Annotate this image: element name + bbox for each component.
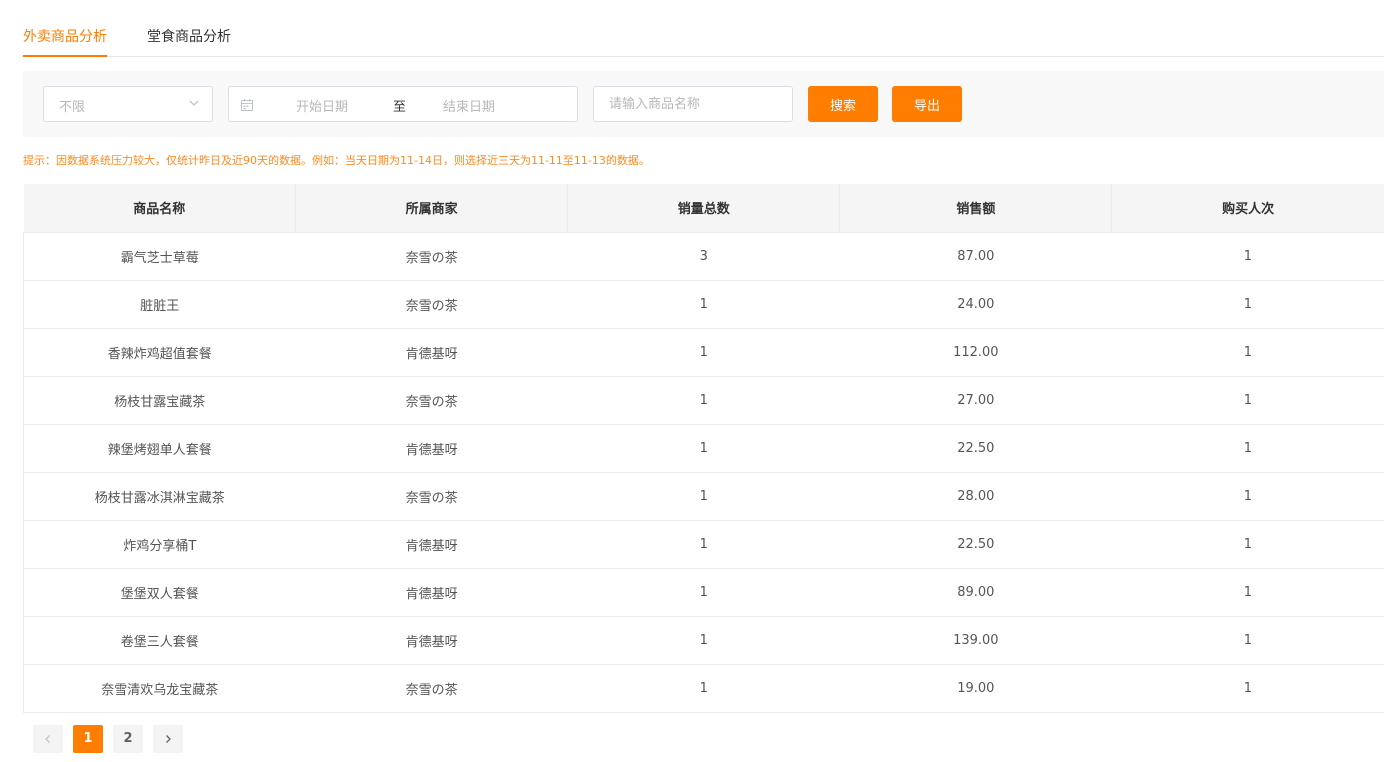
cell-product-name: 炸鸡分享桶T bbox=[22, 519, 296, 568]
table-row: 卷堡三人套餐 肯德基呀 1 139.00 1 bbox=[22, 615, 1384, 664]
cell-product-name: 奈雪清欢乌龙宝藏茶 bbox=[22, 663, 296, 713]
col-total-sales: 销量总数 bbox=[567, 184, 841, 232]
cell-revenue: 27.00 bbox=[839, 375, 1112, 424]
next-page-button[interactable] bbox=[153, 725, 183, 753]
chevron-down-icon bbox=[189, 100, 199, 106]
cell-total-sales: 1 bbox=[567, 567, 840, 616]
cell-total-sales: 3 bbox=[567, 231, 840, 280]
cell-merchant: 肯德基呀 bbox=[295, 567, 568, 616]
cell-product-name: 霸气芝士草莓 bbox=[22, 231, 296, 280]
chevron-right-icon bbox=[166, 735, 171, 743]
cell-buyers: 1 bbox=[1111, 375, 1384, 424]
table-row: 香辣炸鸡超值套餐 肯德基呀 1 112.00 1 bbox=[22, 327, 1384, 376]
cell-revenue: 22.50 bbox=[839, 519, 1112, 568]
cell-buyers: 1 bbox=[1111, 567, 1384, 616]
cell-revenue: 112.00 bbox=[839, 327, 1112, 376]
cell-buyers: 1 bbox=[1111, 663, 1384, 713]
cell-product-name: 卷堡三人套餐 bbox=[22, 615, 296, 664]
cell-merchant: 奈雪の茶 bbox=[295, 375, 568, 424]
cell-revenue: 19.00 bbox=[839, 663, 1112, 713]
export-button[interactable]: 导出 bbox=[892, 86, 962, 122]
cell-total-sales: 1 bbox=[567, 519, 840, 568]
end-date-input[interactable]: 结束日期 bbox=[443, 96, 495, 115]
cell-total-sales: 1 bbox=[567, 423, 840, 472]
search-button[interactable]: 搜索 bbox=[808, 86, 878, 122]
data-tip: 提示：因数据系统压力较大，仅统计昨日及近90天的数据。例如：当天日期为11-14… bbox=[23, 154, 650, 167]
cell-revenue: 139.00 bbox=[839, 615, 1112, 664]
cell-merchant: 奈雪の茶 bbox=[295, 471, 568, 520]
cell-revenue: 87.00 bbox=[839, 231, 1112, 280]
table-row: 辣堡烤翅单人套餐 肯德基呀 1 22.50 1 bbox=[22, 423, 1384, 472]
cell-buyers: 1 bbox=[1111, 279, 1384, 328]
cell-buyers: 1 bbox=[1111, 519, 1384, 568]
cell-total-sales: 1 bbox=[567, 375, 840, 424]
date-range-picker[interactable]: 开始日期 至 结束日期 bbox=[228, 86, 578, 122]
cell-product-name: 堡堡双人套餐 bbox=[22, 567, 296, 616]
table-row: 霸气芝士草莓 奈雪の茶 3 87.00 1 bbox=[22, 231, 1384, 280]
cell-revenue: 28.00 bbox=[839, 471, 1112, 520]
cell-revenue: 89.00 bbox=[839, 567, 1112, 616]
page-2-button[interactable]: 2 bbox=[113, 725, 143, 753]
cell-total-sales: 1 bbox=[567, 615, 840, 664]
cell-merchant: 奈雪の茶 bbox=[295, 279, 568, 328]
cell-buyers: 1 bbox=[1111, 423, 1384, 472]
table-row: 奈雪清欢乌龙宝藏茶 奈雪の茶 1 19.00 1 bbox=[22, 663, 1384, 713]
cell-buyers: 1 bbox=[1111, 615, 1384, 664]
product-table: 商品名称 所属商家 销量总数 销售额 购买人次 霸气芝士草莓 奈雪の茶 3 87.00… bbox=[22, 184, 1384, 713]
cell-merchant: 奈雪の茶 bbox=[295, 231, 568, 280]
col-buyers: 购买人次 bbox=[1111, 184, 1384, 232]
cell-total-sales: 1 bbox=[567, 471, 840, 520]
cell-merchant: 肯德基呀 bbox=[295, 327, 568, 376]
cell-buyers: 1 bbox=[1111, 327, 1384, 376]
cell-merchant: 奈雪の茶 bbox=[295, 663, 568, 713]
cell-merchant: 肯德基呀 bbox=[295, 519, 568, 568]
cell-merchant: 肯德基呀 bbox=[295, 615, 568, 664]
cell-total-sales: 1 bbox=[567, 663, 840, 713]
cell-product-name: 脏脏王 bbox=[22, 279, 296, 328]
merchant-select[interactable]: 不限 bbox=[43, 86, 213, 122]
table-row: 杨枝甘露宝藏茶 奈雪の茶 1 27.00 1 bbox=[22, 375, 1384, 424]
cell-revenue: 24.00 bbox=[839, 279, 1112, 328]
col-product-name: 商品名称 bbox=[23, 184, 297, 232]
cell-product-name: 杨枝甘露宝藏茶 bbox=[22, 375, 296, 424]
cell-buyers: 1 bbox=[1111, 231, 1384, 280]
tab-delivery-analysis[interactable]: 外卖商品分析 bbox=[23, 28, 107, 57]
table-row: 杨枝甘露冰淇淋宝藏茶 奈雪の茶 1 28.00 1 bbox=[22, 471, 1384, 520]
date-separator: 至 bbox=[393, 100, 407, 115]
cell-merchant: 肯德基呀 bbox=[295, 423, 568, 472]
cell-buyers: 1 bbox=[1111, 471, 1384, 520]
start-date-input[interactable]: 开始日期 bbox=[296, 96, 348, 115]
table-row: 炸鸡分享桶T 肯德基呀 1 22.50 1 bbox=[22, 519, 1384, 568]
prev-page-button[interactable] bbox=[33, 725, 63, 753]
page-1-button[interactable]: 1 bbox=[73, 725, 103, 753]
tab-dine-in-analysis[interactable]: 堂食商品分析 bbox=[147, 28, 231, 46]
product-name-input[interactable] bbox=[593, 86, 793, 122]
cell-revenue: 22.50 bbox=[839, 423, 1112, 472]
table-row: 脏脏王 奈雪の茶 1 24.00 1 bbox=[22, 279, 1384, 328]
cell-total-sales: 1 bbox=[567, 279, 840, 328]
calendar-icon bbox=[241, 99, 253, 111]
filter-bar: 不限 开始日期 至 结束日期 搜索 导出 bbox=[23, 71, 1384, 137]
col-merchant: 所属商家 bbox=[295, 184, 569, 232]
cell-total-sales: 1 bbox=[567, 327, 840, 376]
select-value: 不限 bbox=[59, 100, 86, 115]
tab-bar: 外卖商品分析 堂食商品分析 bbox=[23, 0, 1384, 57]
cell-product-name: 杨枝甘露冰淇淋宝藏茶 bbox=[22, 471, 296, 520]
col-revenue: 销售额 bbox=[839, 184, 1113, 232]
table-header-row: 商品名称 所属商家 销量总数 销售额 购买人次 bbox=[23, 184, 1384, 232]
cell-product-name: 辣堡烤翅单人套餐 bbox=[22, 423, 296, 472]
chevron-left-icon bbox=[45, 735, 50, 743]
cell-product-name: 香辣炸鸡超值套餐 bbox=[22, 327, 296, 376]
table-row: 堡堡双人套餐 肯德基呀 1 89.00 1 bbox=[22, 567, 1384, 616]
